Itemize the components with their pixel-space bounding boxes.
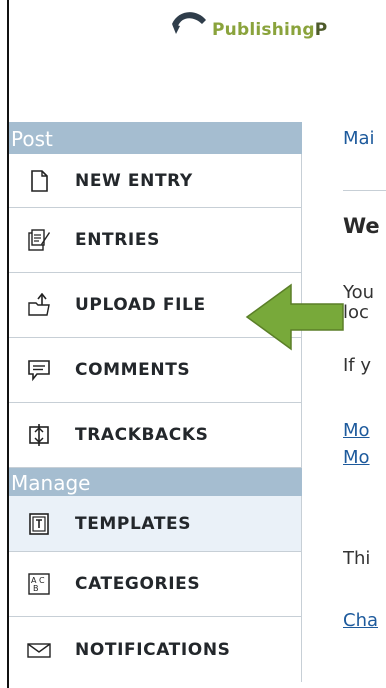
sidebar-item-label: TRACKBACKS — [75, 425, 209, 445]
sidebar-item-label: CATEGORIES — [75, 574, 201, 594]
sidebar-item-trackbacks[interactable]: TRACKBACKS — [9, 403, 302, 468]
mail-icon — [27, 642, 51, 658]
main-content: Mai We You loc If y Mo Mo Thi Cha — [343, 0, 386, 688]
svg-text:B: B — [33, 584, 39, 593]
intro-text-line-1: You — [343, 282, 375, 303]
page-heading: We — [343, 214, 380, 238]
sidebar: Post NEW ENTRY ENTRIES UPLOAD FILE COMME… — [9, 122, 302, 682]
more-link-2[interactable]: Mo — [343, 447, 370, 468]
sidebar-item-entries[interactable]: ENTRIES — [9, 208, 302, 273]
sidebar-item-label: NEW ENTRY — [75, 170, 193, 191]
pointer-arrow-icon — [245, 283, 344, 351]
comment-icon — [28, 360, 50, 382]
sidebar-item-notifications[interactable]: NOTIFICATIONS — [9, 617, 302, 682]
template-icon — [29, 512, 49, 535]
sidebar-item-label: TEMPLATES — [75, 513, 192, 534]
sidebar-item-label: UPLOAD FILE — [75, 295, 206, 315]
sidebar-item-label: COMMENTS — [75, 360, 191, 380]
logo-icon — [172, 12, 206, 34]
window-left-border — [0, 0, 9, 688]
section-manage: Manage — [9, 468, 302, 496]
sidebar-item-label: NOTIFICATIONS — [75, 639, 231, 660]
sidebar-item-new-entry[interactable]: NEW ENTRY — [9, 154, 302, 208]
sidebar-item-templates[interactable]: TEMPLATES — [9, 496, 302, 552]
sidebar-item-categories[interactable]: A C B CATEGORIES — [9, 552, 302, 617]
sidebar-item-label: ENTRIES — [75, 230, 160, 250]
more-link-1[interactable]: Mo — [343, 420, 370, 441]
entries-icon — [28, 229, 50, 251]
info-text: Thi — [343, 548, 371, 569]
trackback-icon — [29, 424, 49, 446]
brand-title: PublishingP — [212, 20, 327, 40]
help-text: If y — [343, 355, 372, 376]
categories-icon: A C B — [28, 573, 50, 595]
brand-part-1: Publishing — [212, 20, 315, 40]
section-post: Post — [9, 122, 302, 154]
upload-icon — [28, 293, 50, 316]
svg-text:C: C — [39, 576, 45, 585]
intro-text-line-2: loc — [343, 302, 369, 323]
change-link[interactable]: Cha — [343, 610, 378, 631]
main-link[interactable]: Mai — [343, 128, 375, 149]
content-divider — [343, 190, 386, 191]
brand-part-2: P — [314, 20, 328, 40]
document-icon — [31, 169, 48, 192]
